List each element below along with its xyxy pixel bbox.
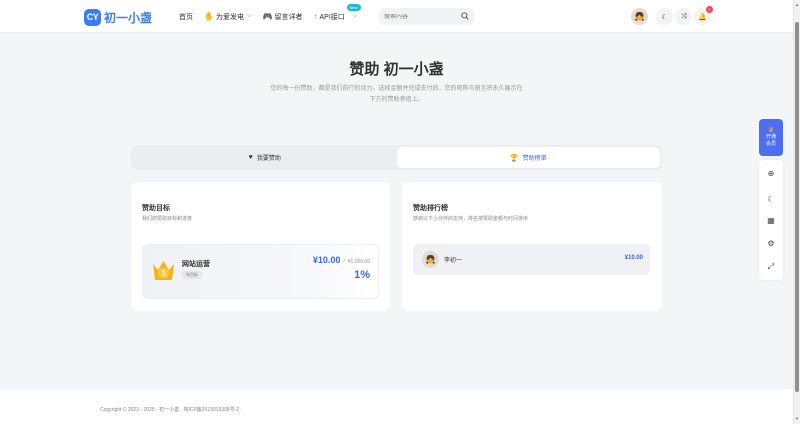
page-description-line: 您的每一份赞助，都是我们前行的动力。选择金额并完成支付后，您的昵称与留言将永久展… [270, 86, 523, 92]
user-avatar[interactable]: 👧 [631, 8, 648, 25]
heart-icon: ♥ [248, 154, 253, 161]
nav-item-label: 为爱发电 [215, 13, 244, 21]
nav-item-label: 留言详者 [274, 13, 303, 21]
dark-mode-button[interactable]: ☾ [759, 189, 783, 209]
logo-text: 初一小盏 [104, 10, 153, 25]
trophy-icon: 🏆 [509, 154, 519, 162]
sponsor-name: 李初一 [444, 258, 463, 264]
crown-icon: 1 [153, 261, 174, 280]
page-scrollbar[interactable]: ▲ ▼ [793, 0, 800, 424]
nav-item-label: API接口 [319, 13, 345, 21]
rocket-icon: ↑ [313, 12, 318, 21]
goal-tag: 年目标 [182, 271, 202, 279]
bell-icon: 🔔 [698, 13, 707, 21]
moon-icon: ☾ [661, 13, 668, 21]
tab-label: 我要赞助 [256, 156, 281, 162]
search-box[interactable] [379, 8, 474, 25]
sponsor-tabs: ♥ 我要赞助 🏆 赞助榜单 [131, 145, 662, 170]
notification-count: 1 [706, 6, 713, 13]
sponsor-ranking-card: 赞助排行榜 感谢以下小伙伴的支持，排名按赞助金额与时间排序 👧 李初一 ¥10.… [402, 182, 662, 311]
scrollbar-thumb[interactable] [795, 22, 799, 392]
new-badge: New [346, 3, 361, 11]
dark-mode-button[interactable]: ☾ [656, 8, 673, 25]
sponsor-avatar: 👧 [422, 251, 439, 268]
page-footer: Copyright © 2023 - 2025 · 初一小盏 · 皖ICP备20… [0, 389, 793, 424]
logo-mark: CY [84, 8, 101, 26]
fullscreen-button[interactable]: ⤢ [759, 257, 783, 277]
chevron-down-icon: ⌵ [352, 13, 358, 19]
crown-icon: ♛ [767, 127, 775, 134]
tab-ranking[interactable]: 🏆 赞助榜单 [396, 147, 660, 168]
goal-amounts: ¥10.00 / ¥1,000.00 [313, 255, 370, 265]
main-nav: 首页 ✋ 为爱发电 ⌵ 🎮 留言详者 ↑ API接口 New ⌵ [179, 0, 368, 33]
tab-sponsor[interactable]: ♥ 我要赞助 [133, 147, 397, 168]
goal-name: 网站运营 [182, 261, 210, 268]
nav-item-api[interactable]: ↑ API接口 New ⌵ [313, 3, 361, 22]
search-icon[interactable] [461, 11, 469, 22]
card-title: 赞助目标 [142, 205, 170, 212]
top-header: CY 初一小盏 首页 ✋ 为爱发电 ⌵ 🎮 留言详者 ↑ API接口 New ⌵… [0, 0, 793, 33]
add-button[interactable]: ⊕ [759, 163, 783, 183]
game-controller-icon: 🎮 [262, 12, 273, 21]
card-subtitle: 我们的赞助目标和进度 [142, 216, 193, 222]
scroll-up-icon[interactable]: ▲ [795, 2, 799, 7]
goal-current-amount: ¥10.00 [312, 255, 341, 265]
nav-item-label: 首页 [179, 13, 193, 21]
page-description: 您的每一份赞助，都是我们前行的动力。选择金额并完成支付后，您的昵称与留言将永久展… [250, 84, 543, 106]
ranking-row[interactable]: 👧 李初一 ¥10.00 [413, 244, 650, 275]
site-logo[interactable]: CY 初一小盏 [84, 7, 152, 27]
goal-percent: 1% [354, 269, 370, 281]
nav-item-home[interactable]: 首页 [179, 12, 193, 22]
floating-toolbar: ⊕ ☾ ▦ ⚙ ⤢ [759, 160, 783, 280]
shuffle-icon: ⤨ [680, 12, 687, 20]
copyright-text: Copyright © 2023 - 2025 · 初一小盏 · 皖ICP备20… [100, 407, 242, 413]
qrcode-icon: ▦ [767, 215, 775, 225]
plus-circle-icon: ⊕ [767, 168, 775, 178]
notification-button[interactable]: 🔔 1 [694, 6, 713, 25]
sponsor-amount: ¥10.00 [624, 255, 643, 261]
sponsor-goals-card: 赞助目标 我们的赞助目标和进度 1 网站运营 年目标 ¥10.00 / ¥1,0… [131, 182, 390, 311]
expand-icon: ⤢ [767, 262, 775, 271]
card-title: 赞助排行榜 [413, 205, 448, 212]
hands-icon: ✋ [204, 12, 214, 21]
chevron-down-icon: ⌵ [246, 13, 252, 19]
moon-icon: ☾ [767, 194, 775, 204]
tab-label: 赞助榜单 [522, 156, 547, 162]
qrcode-button[interactable]: ▦ [759, 210, 783, 230]
goal-target-amount: ¥1,000.00 [347, 259, 370, 265]
gear-icon: ⚙ [767, 238, 775, 248]
nav-item-messages[interactable]: 🎮 留言详者 [263, 12, 303, 22]
vip-label: 开通 [765, 134, 776, 140]
goal-item[interactable]: 1 网站运营 年目标 ¥10.00 / ¥1,000.00 1% [142, 244, 379, 299]
settings-button[interactable]: ⚙ [759, 233, 783, 253]
page-description-line: 下方的赞助者墙上。 [369, 97, 424, 103]
goal-rank: 1 [161, 269, 166, 278]
scroll-down-icon[interactable]: ▼ [795, 416, 799, 421]
vip-label: 会员 [765, 141, 776, 147]
goal-separator: / [343, 259, 345, 265]
random-button[interactable]: ⤨ [675, 8, 692, 25]
card-subtitle: 感谢以下小伙伴的支持，排名按赞助金额与时间排序 [413, 216, 529, 222]
vip-button[interactable]: ♛ 开通 会员 [759, 119, 783, 156]
search-input[interactable] [384, 13, 456, 20]
nav-item-sponsor[interactable]: ✋ 为爱发电 ⌵ [204, 12, 252, 22]
page-title: 赞助 初一小盏 [349, 61, 444, 78]
